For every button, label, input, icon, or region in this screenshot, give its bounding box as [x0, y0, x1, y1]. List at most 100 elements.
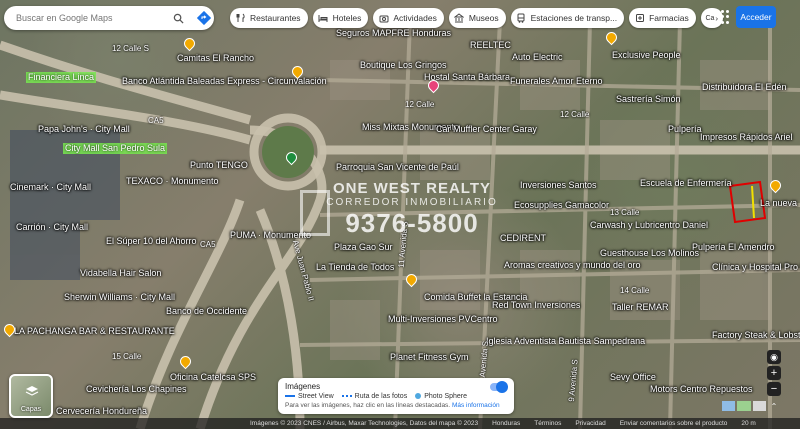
camera-icon: [378, 13, 389, 24]
place-label[interactable]: Distribuidora El Edén: [702, 82, 787, 93]
place-label[interactable]: Oficina Catelcsa SPS: [170, 372, 256, 383]
place-label[interactable]: CEDIRENT: [500, 233, 546, 244]
place-label[interactable]: Banco de Occidente: [166, 306, 247, 317]
attribution-bar: Imágenes © 2023 CNES / Airbus, Maxar Tec…: [0, 418, 800, 429]
chip-transit[interactable]: Estaciones de transp...: [510, 8, 625, 28]
place-label[interactable]: Ecosupplies Gamacolor: [514, 200, 609, 211]
imagery-toggle[interactable]: [490, 381, 508, 393]
place-label[interactable]: Taller REMAR: [612, 302, 669, 313]
place-label[interactable]: Aromas creativos y mundo del oro: [504, 260, 641, 271]
place-label[interactable]: Clínica y Hospital Pro Familia: [712, 262, 800, 273]
zoom-out-button[interactable]: −: [767, 382, 781, 396]
place-label[interactable]: Carwash y Lubricentro Daniel: [590, 220, 708, 231]
place-label[interactable]: Inversiones Santos: [520, 180, 597, 191]
place-label[interactable]: Red Town Inversiones: [492, 300, 580, 311]
bed-icon: [318, 13, 329, 24]
street-label: 13 Calle: [610, 208, 640, 217]
place-label[interactable]: Sastrería Simón: [616, 94, 681, 105]
street-label: 12 Calle: [560, 110, 590, 119]
place-label[interactable]: Multi-Inversiones PVCentro: [388, 314, 498, 325]
place-label[interactable]: Sevy Office: [610, 372, 656, 383]
place-label[interactable]: Seguros MAPFRE Honduras: [336, 28, 451, 39]
place-label[interactable]: Exclusive People: [612, 50, 681, 61]
category-chips: Restaurantes Hoteles Actividades Museos …: [230, 8, 723, 28]
chip-hotels[interactable]: Hoteles: [312, 8, 369, 28]
zoom-in-button[interactable]: +: [767, 366, 781, 380]
expand-icon[interactable]: ⌃: [769, 400, 779, 412]
layers-button[interactable]: Capas: [9, 374, 53, 418]
place-label[interactable]: Punto TENGO: [190, 160, 248, 171]
bus-icon: [516, 13, 527, 24]
place-label[interactable]: El Súper 10 del Ahorro: [106, 236, 197, 247]
chip-label: Ca: [705, 14, 715, 22]
place-label[interactable]: Plaza Gao Sur: [334, 242, 393, 253]
place-label[interactable]: Iglesia Adventista Bautista Sampedrana: [486, 336, 645, 347]
chip-pharmacies[interactable]: Farmacias: [629, 8, 696, 28]
place-label[interactable]: Escuela de Enfermería: [640, 178, 732, 189]
place-label[interactable]: Motors Centro Repuestos: [650, 384, 753, 395]
place-label[interactable]: TEXACO · Monumento: [126, 176, 219, 187]
chip-label: Actividades: [393, 13, 437, 23]
terms-link[interactable]: Términos: [534, 420, 561, 427]
place-label[interactable]: REELTEC: [470, 40, 511, 51]
place-label[interactable]: Funerales Amor Eterno: [510, 76, 603, 87]
more-info-link[interactable]: Más información: [452, 402, 500, 409]
place-label[interactable]: La Tienda de Todos: [316, 262, 394, 273]
place-label[interactable]: Impresos Rápidos Ariel: [700, 132, 793, 143]
street-label: 12 Calle S: [112, 44, 149, 53]
place-label[interactable]: Car Muffler Center Garay: [436, 124, 537, 135]
street-label: CA5: [200, 240, 216, 249]
place-label[interactable]: Cervecería Hondureña: [56, 406, 147, 417]
sign-in-button[interactable]: Acceder: [736, 6, 776, 28]
museum-icon: [454, 13, 465, 24]
imagery-thumbnails[interactable]: [722, 401, 766, 411]
apps-grid-icon[interactable]: [716, 10, 730, 24]
search-box[interactable]: [4, 6, 214, 30]
my-location-button[interactable]: ◉: [767, 350, 781, 364]
place-label[interactable]: Auto Electric: [512, 52, 563, 63]
chip-museums[interactable]: Museos: [448, 8, 506, 28]
place-label[interactable]: Cevichería Los Chapines: [86, 384, 187, 395]
place-label[interactable]: Factory Steak & Lobster: [712, 330, 800, 341]
place-label[interactable]: Financiera Linca: [26, 72, 97, 83]
place-label[interactable]: Guesthouse Los Molinos: [600, 248, 699, 259]
place-label[interactable]: Sherwin Williams · City Mall: [64, 292, 175, 303]
satellite-map[interactable]: Financiera Linca Camitas El Rancho Segur…: [0, 0, 800, 429]
place-label[interactable]: La nueva: [760, 198, 797, 209]
directions-icon[interactable]: [196, 10, 212, 26]
legend-photo-route: Ruta de las fotos: [341, 393, 407, 400]
place-label[interactable]: Pulpería: [668, 124, 702, 135]
street-label: 14 Calle: [620, 286, 650, 295]
scale-label: 20 m: [741, 420, 756, 427]
imagery-title: Imágenes: [285, 382, 321, 391]
feedback-link[interactable]: Enviar comentarios sobre el producto: [620, 420, 728, 427]
place-label[interactable]: Vidabella Hair Salon: [80, 268, 161, 279]
place-label[interactable]: LA PACHANGA BAR & RESTAURANTE: [14, 326, 175, 337]
place-label[interactable]: Planet Fitness Gym: [390, 352, 469, 363]
legend-photo-sphere: Photo Sphere: [415, 393, 467, 400]
place-label[interactable]: Camitas El Rancho: [177, 53, 254, 64]
legend-street-view: Street View: [285, 393, 334, 400]
privacy-link[interactable]: Privacidad: [575, 420, 605, 427]
watermark: ONE WEST REALTY CORREDOR INMOBILIARIO 93…: [322, 180, 502, 239]
place-label[interactable]: Boutique Los Gringos: [360, 60, 447, 71]
place-label[interactable]: Carrión · City Mall: [16, 222, 88, 233]
search-icon[interactable]: [170, 10, 186, 26]
search-input[interactable]: [16, 13, 166, 23]
place-label[interactable]: Papa John's · City Mall: [38, 124, 130, 135]
place-label[interactable]: Pulpería El Amendro: [692, 242, 775, 253]
place-label[interactable]: City Mall San Pedro Sula: [63, 143, 168, 154]
street-label: 15 Calle: [112, 352, 142, 361]
layers-label: Capas: [20, 406, 42, 413]
chip-label: Museos: [468, 13, 499, 23]
chip-restaurants[interactable]: Restaurantes: [230, 8, 308, 28]
chip-label: Hoteles: [332, 13, 362, 23]
layers-icon: [25, 384, 39, 402]
chip-label: Farmacias: [649, 13, 689, 23]
place-label[interactable]: Cinemark · City Mall: [10, 182, 91, 193]
imagery-legend: Street View Ruta de las fotos Photo Sphe…: [285, 393, 507, 400]
chip-activities[interactable]: Actividades: [373, 8, 444, 28]
country-link[interactable]: Honduras: [492, 420, 520, 427]
imagery-credit: Imágenes © 2023 CNES / Airbus, Maxar Tec…: [250, 420, 479, 427]
place-label[interactable]: Parroquia San Vicente de Paúl: [336, 162, 459, 173]
